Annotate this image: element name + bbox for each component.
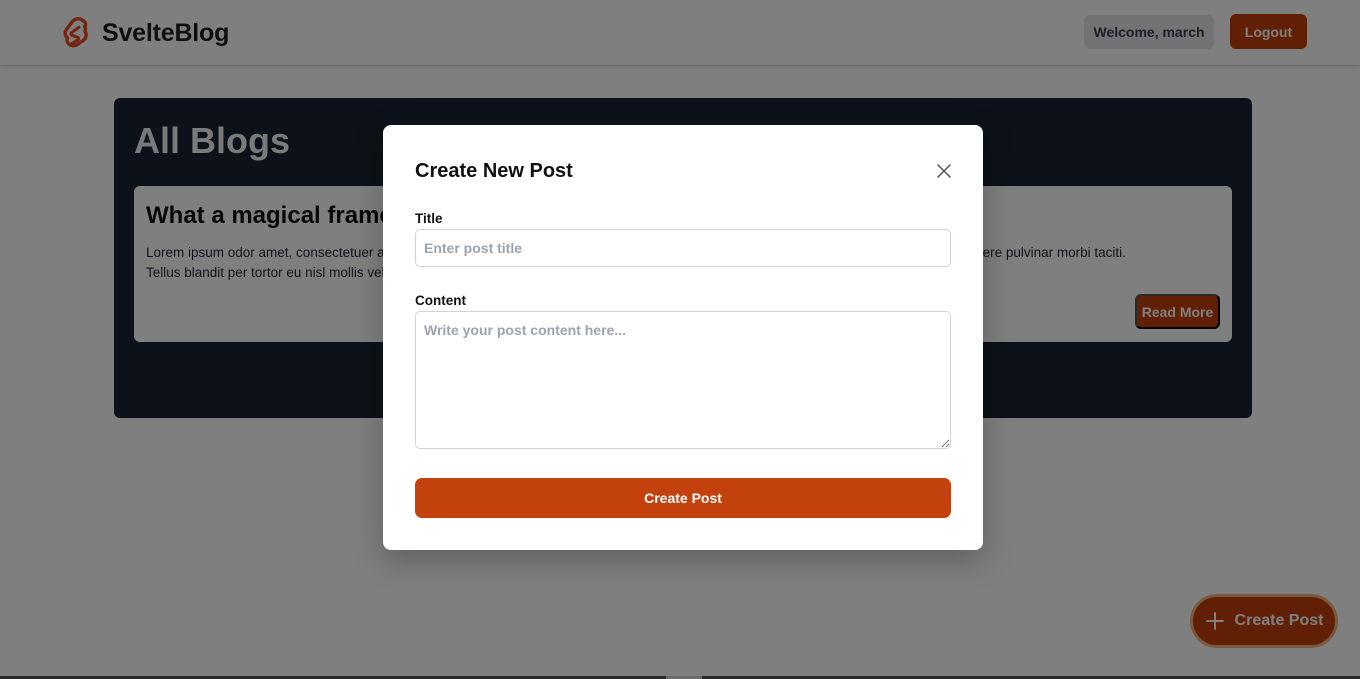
content-field-label: Content	[415, 293, 466, 308]
post-title-input[interactable]	[415, 229, 951, 267]
post-content-textarea[interactable]	[415, 311, 951, 449]
modal-title: Create New Post	[415, 160, 573, 182]
page: SvelteBlog Welcome, march Logout All Blo…	[0, 0, 1360, 679]
close-icon[interactable]	[935, 162, 953, 180]
create-post-submit-button[interactable]: Create Post	[415, 478, 951, 518]
title-field-label: Title	[415, 211, 443, 226]
create-post-modal: Create New Post Title Content Create Pos…	[383, 125, 983, 550]
